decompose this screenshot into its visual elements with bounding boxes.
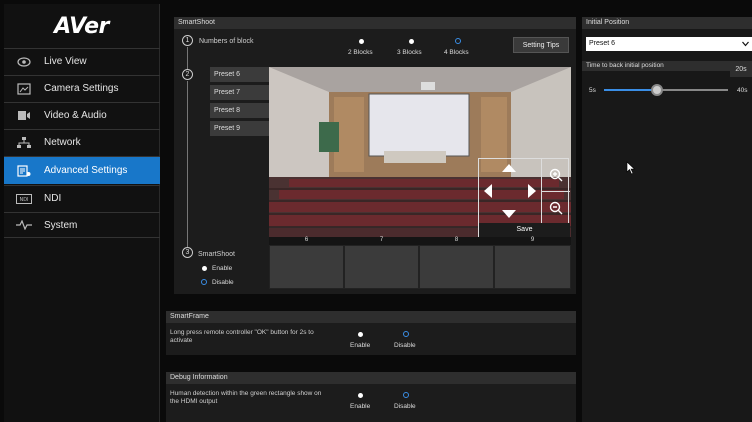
sidebar-item-system[interactable]: System (4, 212, 160, 238)
sidebar-item-label: Live View (44, 56, 87, 67)
smartshoot-disable-radio[interactable] (201, 279, 207, 285)
mouse-cursor-icon (626, 161, 636, 175)
time-slider-fill (604, 89, 658, 91)
smartframe-panel: SmartFrame Long press remote controller … (166, 311, 576, 355)
smartframe-disable-label: Disable (394, 342, 416, 349)
radio-2-blocks[interactable] (359, 39, 364, 44)
smartframe-title: SmartFrame (166, 311, 576, 323)
sidebar-item-label: Network (44, 137, 81, 148)
time-slider-track[interactable] (604, 84, 728, 96)
smartframe-description: Long press remote controller "OK" button… (170, 329, 314, 344)
step-1-marker: 1 (182, 35, 193, 46)
block-slot-9[interactable] (494, 245, 571, 289)
debug-enable-label: Enable (350, 403, 371, 410)
block-slot-8[interactable] (419, 245, 494, 289)
preset-7-button[interactable]: Preset 7 (210, 85, 274, 100)
step-connector (187, 47, 188, 69)
smartshoot-title: SmartShoot (174, 17, 576, 29)
label-3-blocks: 3 Blocks (397, 49, 422, 56)
debug-enable-radio[interactable] (358, 393, 363, 398)
ptz-down-arrow-icon[interactable] (501, 209, 517, 219)
label-2-blocks: 2 Blocks (348, 49, 373, 56)
ptz-save-button[interactable]: Save (479, 223, 570, 237)
slot-header: 6 (269, 237, 344, 245)
preset-9-button[interactable]: Preset 9 (210, 121, 274, 136)
debug-disable-label: Disable (394, 403, 416, 410)
sidebar-item-label: Video & Audio (44, 110, 107, 121)
smartshoot-enable-label: Enable (212, 265, 233, 272)
video-audio-icon (14, 109, 34, 123)
step-3-marker: 3 (182, 247, 193, 258)
network-icon (14, 136, 34, 150)
debug-disable-radio[interactable] (403, 392, 409, 398)
initial-position-title: Initial Position (582, 17, 752, 29)
radio-4-blocks[interactable] (455, 38, 461, 44)
smartshoot-toggle-label: SmartShoot (198, 251, 235, 258)
sidebar-item-label: Camera Settings (44, 83, 119, 94)
smartframe-disable-radio[interactable] (403, 331, 409, 337)
preset-6-button[interactable]: Preset 6 (210, 67, 274, 82)
time-slider-knob[interactable] (651, 84, 664, 96)
label-4-blocks: 4 Blocks (444, 49, 469, 56)
advanced-settings-icon (14, 164, 34, 178)
initial-position-value: Preset 6 (589, 40, 616, 47)
ptz-divider (541, 191, 570, 192)
ndi-icon: NDI (14, 192, 34, 206)
setting-tips-button[interactable]: Setting Tips (513, 37, 569, 53)
system-icon (14, 218, 34, 232)
ptz-right-arrow-icon[interactable] (527, 183, 537, 199)
step-connector (187, 81, 188, 247)
block-slot-7[interactable] (344, 245, 419, 289)
ptz-control-panel: Save (478, 158, 570, 237)
sidebar-item-live-view[interactable]: Live View (4, 48, 160, 74)
sidebar-item-label: System (44, 219, 78, 231)
ptz-left-arrow-icon[interactable] (483, 183, 493, 199)
slider-max-label: 40s (737, 87, 748, 94)
smartframe-enable-label: Enable (350, 342, 371, 349)
smartshoot-panel: SmartShoot 1 Numbers of block 2 Blocks 3… (174, 17, 576, 294)
sidebar-item-label: NDI (44, 193, 62, 204)
sidebar-item-ndi[interactable]: NDI NDI (4, 185, 160, 211)
svg-text:NDI: NDI (19, 197, 28, 203)
eye-icon (14, 55, 34, 69)
initial-position-select[interactable]: Preset 6 (586, 37, 752, 51)
slot-header: 7 (344, 237, 419, 245)
sidebar-item-video-audio[interactable]: Video & Audio (4, 102, 160, 128)
sidebar-item-label: Advanced Settings (44, 165, 128, 176)
sidebar-item-advanced-settings[interactable]: Advanced Settings (4, 156, 160, 184)
time-value-badge: 20s (730, 63, 752, 77)
sidebar-item-network[interactable]: Network (4, 129, 160, 155)
debug-title: Debug Information (166, 372, 576, 384)
time-to-back-label: Time to back initial position (582, 61, 752, 71)
zoom-in-icon[interactable] (549, 168, 563, 182)
ptz-up-arrow-icon[interactable] (501, 163, 517, 173)
camera-settings-icon (14, 82, 34, 96)
debug-description: Human detection within the green rectang… (170, 390, 322, 405)
smartshoot-disable-label: Disable (212, 279, 234, 286)
smartframe-enable-radio[interactable] (358, 332, 363, 337)
slot-header: 9 (494, 237, 571, 245)
slot-header: 8 (419, 237, 494, 245)
preset-8-button[interactable]: Preset 8 (210, 103, 274, 118)
app-window: AVer Live View Camera Settings Video & A… (0, 0, 752, 422)
radio-3-blocks[interactable] (409, 39, 414, 44)
step-2-marker: 2 (182, 69, 193, 80)
slider-min-label: 5s (589, 87, 596, 94)
debug-panel: Debug Information Human detection within… (166, 372, 576, 422)
smartshoot-enable-radio[interactable] (202, 266, 207, 271)
sidebar: AVer Live View Camera Settings Video & A… (4, 4, 160, 422)
sidebar-item-camera-settings[interactable]: Camera Settings (4, 75, 160, 101)
aver-logo: AVer (54, 13, 109, 39)
block-slot-6[interactable] (269, 245, 344, 289)
chevron-down-icon (742, 41, 749, 47)
zoom-out-icon[interactable] (549, 201, 563, 215)
numbers-of-block-label: Numbers of block (199, 38, 254, 45)
initial-position-panel: Initial Position Preset 6 Time to back i… (582, 17, 752, 422)
